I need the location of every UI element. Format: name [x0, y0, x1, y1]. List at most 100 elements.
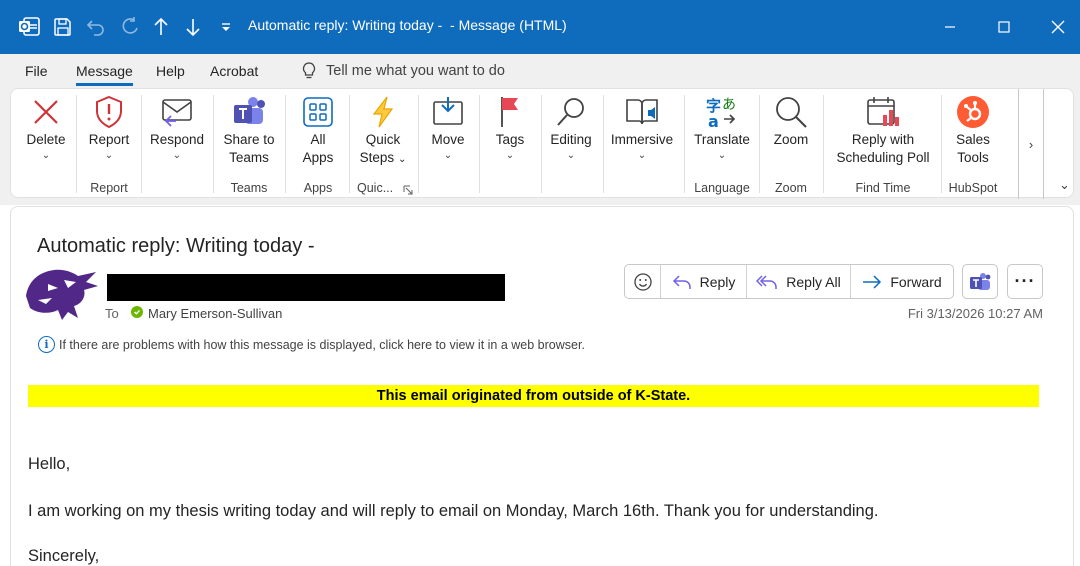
ribbon-separator: [76, 95, 77, 193]
immersive-reader-button[interactable]: Immersive ⌄: [608, 93, 676, 179]
sender-avatar-wildcat-logo: [24, 266, 100, 322]
tell-me-label: Tell me what you want to do: [326, 63, 505, 79]
report-shield-icon: [89, 93, 129, 131]
immersive-reader-book-icon: [622, 93, 662, 131]
body-greeting: Hello,: [28, 455, 71, 473]
ribbon-separator: [418, 95, 419, 193]
tags-button[interactable]: Tags ⌄: [486, 93, 534, 179]
menu-bar: File Message Help Acrobat Tell me what y…: [0, 54, 1080, 88]
ribbon-display-options-chevron-down-icon[interactable]: ⌄: [1059, 177, 1070, 193]
forward-arrow-icon: [863, 274, 882, 289]
zoom-button[interactable]: Zoom: [767, 93, 815, 179]
ribbon: Delete ⌄ Report ⌄ Report Respond ⌄ Share…: [10, 88, 1074, 200]
chevron-down-icon: ⌄: [443, 150, 453, 161]
minimize-icon: [945, 26, 955, 28]
reply-all-label: Reply All: [786, 273, 841, 290]
dialog-launcher-icon[interactable]: [403, 182, 413, 200]
message-date: Fri 3/13/2026 10:27 AM: [907, 306, 1043, 321]
zoom-magnifier-icon: [771, 93, 811, 131]
respond-envelope-icon: [157, 93, 197, 131]
recipient-name[interactable]: Mary Emerson-Sullivan: [148, 306, 282, 321]
maximize-button[interactable]: [986, 10, 1022, 44]
info-bar-text: If there are problems with how this mess…: [59, 337, 585, 352]
ribbon-separator: [349, 95, 350, 193]
ribbon-separator: [541, 95, 542, 193]
svg-text:a: a: [708, 112, 719, 129]
chevron-down-icon: ⌄: [41, 150, 51, 161]
move-folder-icon: [428, 93, 468, 131]
reply-with-scheduling-poll-button[interactable]: Reply with Scheduling Poll: [831, 93, 935, 179]
message-actions-group: Reply Reply All Forward: [624, 264, 954, 299]
outlook-app-icon[interactable]: [16, 14, 42, 40]
menu-message[interactable]: Message: [76, 63, 133, 86]
previous-item-arrow-icon[interactable]: [148, 14, 174, 40]
group-label-find-time: Find Time: [855, 181, 911, 195]
scheduling-poll-calendar-icon: [863, 93, 903, 131]
respond-button[interactable]: Respond ⌄: [147, 93, 207, 179]
reply-all-arrow-icon: [756, 274, 778, 289]
view-in-browser-infobar[interactable]: i If there are problems with how this me…: [38, 336, 585, 353]
reply-all-button[interactable]: Reply All: [747, 265, 851, 298]
group-label-apps: Apps: [303, 181, 333, 195]
more-actions-button[interactable]: ···: [1007, 264, 1043, 299]
group-label-report: Report: [90, 181, 128, 195]
chevron-down-icon: ⌄: [637, 150, 647, 161]
chevron-right-icon: ›: [1028, 136, 1034, 152]
hubspot-icon: [953, 93, 993, 131]
ribbon-separator: [213, 95, 214, 193]
quick-steps-button[interactable]: Quick Steps ⌄: [355, 93, 411, 179]
ribbon-separator: [684, 95, 685, 193]
customize-toolbar-icon[interactable]: [213, 14, 239, 40]
menu-file[interactable]: File: [25, 63, 48, 79]
message-subject: Automatic reply: Writing today -: [37, 235, 315, 257]
minimize-button[interactable]: [932, 10, 968, 44]
group-label-zoom: Zoom: [775, 181, 807, 195]
save-icon[interactable]: [50, 14, 76, 40]
ribbon-separator: [141, 95, 142, 193]
delete-button[interactable]: Delete ⌄: [21, 93, 71, 179]
next-item-arrow-icon[interactable]: [180, 14, 206, 40]
chevron-down-icon: ⌄: [717, 150, 727, 161]
reaction-button[interactable]: [625, 265, 661, 298]
close-button[interactable]: [1040, 10, 1076, 44]
ribbon-separator: [603, 95, 604, 193]
ribbon-separator: [479, 95, 480, 193]
info-icon: i: [38, 336, 55, 353]
group-label-language: Language: [694, 181, 750, 195]
ribbon-separator: [823, 95, 824, 193]
close-icon: [1051, 20, 1065, 34]
lightbulb-icon: [302, 62, 316, 79]
tell-me-search[interactable]: Tell me what you want to do: [302, 61, 505, 81]
group-label-quick-steps: Quic...: [357, 181, 394, 195]
redacted-sender-block: [107, 274, 505, 301]
share-to-teams-button[interactable]: Share to Teams: [219, 93, 279, 179]
teams-chat-button[interactable]: [962, 264, 998, 299]
report-button[interactable]: Report ⌄: [83, 93, 135, 179]
group-label-hubspot: HubSpot: [948, 181, 998, 195]
body-closing: Sincerely,: [28, 547, 100, 565]
editing-button[interactable]: Editing ⌄: [545, 93, 597, 179]
ellipsis-icon: ···: [1014, 271, 1036, 291]
translate-icon: 字あa: [702, 93, 742, 131]
move-button[interactable]: Move ⌄: [424, 93, 472, 179]
sales-tools-button[interactable]: Sales Tools: [948, 93, 998, 179]
reply-button[interactable]: Reply: [661, 265, 747, 298]
forward-label: Forward: [890, 273, 942, 290]
group-label-teams: Teams: [230, 181, 268, 195]
search-magnifier-icon: [551, 93, 591, 131]
chevron-down-icon: ⌄: [104, 150, 114, 161]
all-apps-button[interactable]: All Apps: [293, 93, 343, 179]
quick-steps-label: Steps ⌄: [359, 150, 407, 165]
lightning-bolt-icon: [363, 93, 403, 131]
menu-acrobat[interactable]: Acrobat: [210, 63, 258, 79]
translate-button[interactable]: 字あa Translate ⌄: [691, 93, 753, 179]
reply-label: Reply: [699, 273, 736, 290]
menu-help[interactable]: Help: [156, 63, 185, 79]
redo-icon[interactable]: [116, 14, 142, 40]
to-label: To: [105, 306, 119, 321]
undo-icon[interactable]: [83, 14, 109, 40]
ribbon-scroll-right-button[interactable]: ›: [1018, 89, 1044, 199]
forward-button[interactable]: Forward: [851, 265, 953, 298]
teams-icon: [970, 272, 991, 290]
maximize-icon: [998, 21, 1010, 33]
